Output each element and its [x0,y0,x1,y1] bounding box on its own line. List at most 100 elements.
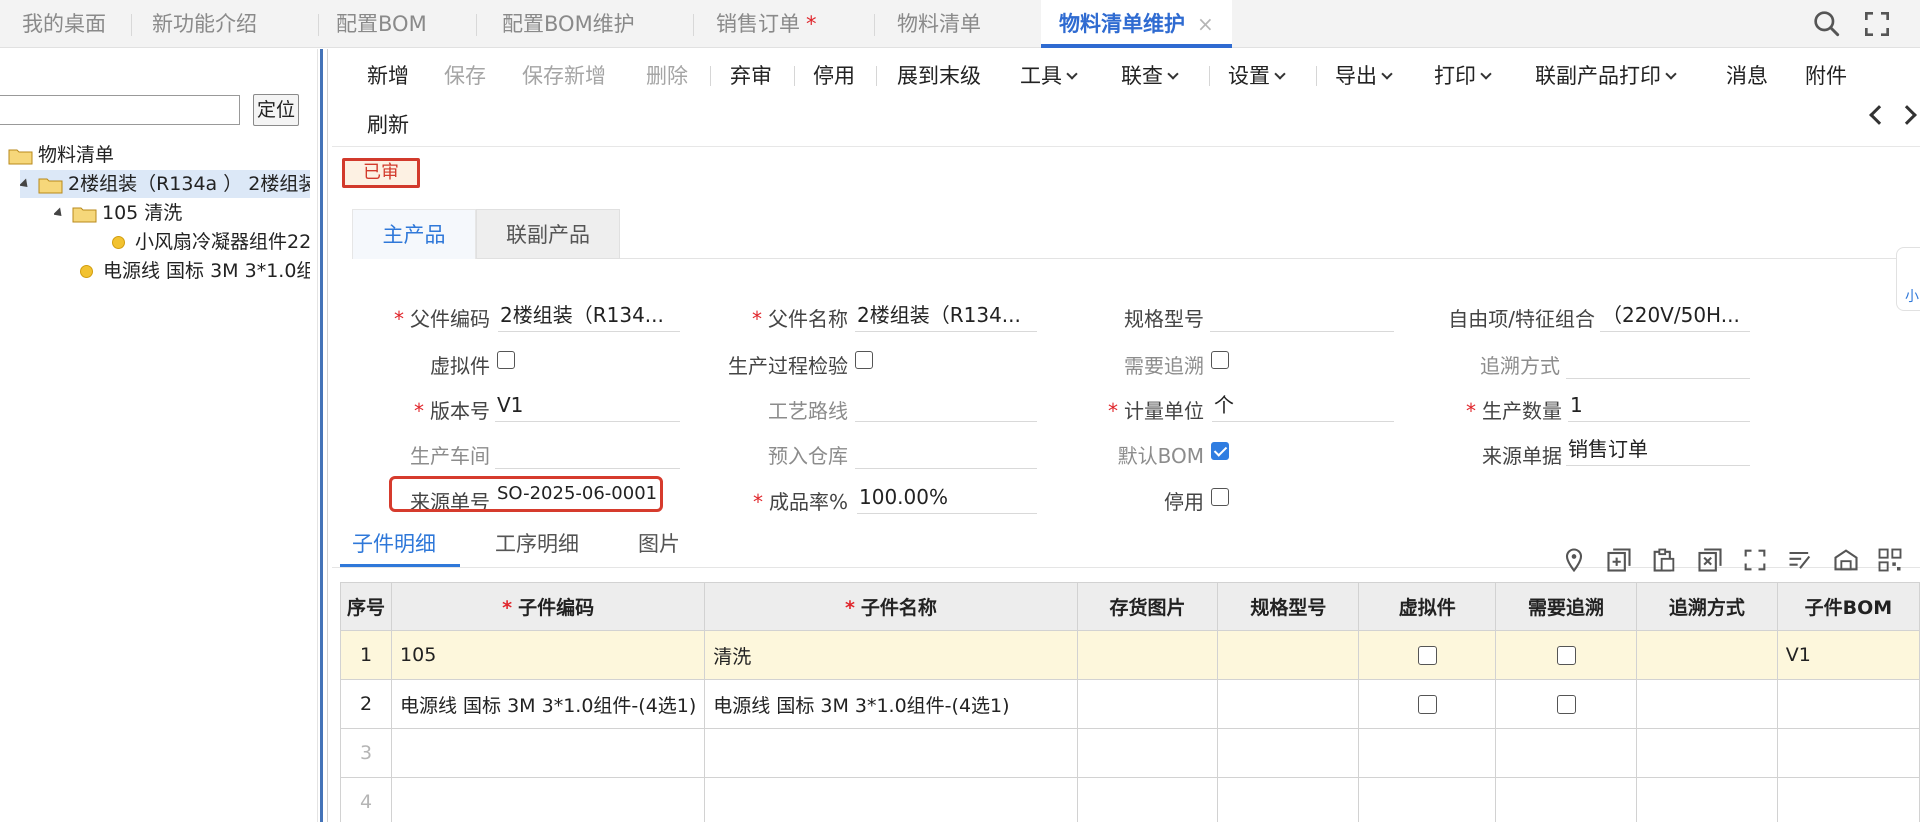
spec-field[interactable] [1210,300,1394,332]
qr-settings-icon[interactable] [1876,546,1904,574]
free-item-field[interactable]: （220V/50H... [1600,300,1750,332]
warehouse-icon[interactable] [1832,546,1860,574]
cell-code[interactable]: 105 [391,630,706,680]
table-row[interactable]: 4 [339,777,1920,822]
batch-edit-icon[interactable] [1786,546,1814,574]
tree-node-root[interactable]: 物料清单 [8,141,308,169]
need-trace-checkbox[interactable] [1556,646,1576,665]
source-doc-field[interactable]: 销售订单 [1566,434,1750,466]
cell-trace-method[interactable] [1635,630,1778,680]
side-float-panel[interactable]: 小 [1896,247,1920,311]
cell-name[interactable] [704,777,1078,822]
virtual-checkbox[interactable] [1417,695,1437,714]
expand-arrow-icon[interactable] [54,207,66,220]
tab-images[interactable]: 图片 [638,528,680,558]
message-button[interactable]: 消息 [1726,60,1768,90]
cell-bom[interactable] [1776,728,1920,778]
default-bom-checkbox[interactable] [1211,442,1229,460]
tree-node-assembly[interactable]: 2楼组装（R134a ） 2楼组装 [20,170,310,198]
save-button[interactable]: 保存 [444,60,486,90]
tab-bom-maintain[interactable]: 物料清单维护 × [1041,0,1232,48]
cell-image[interactable] [1076,777,1219,822]
unapprove-button[interactable]: 弃审 [730,60,772,90]
tab-component-detail[interactable]: 子件明细 [352,528,436,558]
tab-config-bom-maintain[interactable]: 配置BOM维护 [502,0,635,48]
cell-image[interactable] [1076,630,1219,680]
col-header-name[interactable]: * 子件名称 [704,582,1078,631]
col-header-no[interactable]: 序号 [339,582,393,631]
tab-new-features[interactable]: 新功能介绍 [152,0,257,48]
virtual-checkbox[interactable] [1417,646,1437,665]
cell-bom[interactable] [1776,777,1920,822]
tree-node-clean[interactable]: 105 清洗 [54,199,314,227]
location-icon[interactable] [1560,546,1588,574]
add-row-icon[interactable] [1605,546,1633,574]
cell-spec[interactable] [1217,679,1360,729]
cell-bom[interactable] [1776,679,1920,729]
process-check-checkbox[interactable] [855,351,873,369]
cell-code[interactable] [391,777,706,822]
need-trace-checkbox[interactable] [1211,351,1229,369]
workshop-field[interactable] [495,437,680,469]
cell-name[interactable] [704,728,1078,778]
cell-image[interactable] [1076,679,1219,729]
close-icon[interactable]: × [1197,12,1214,36]
coproduct-print-menu[interactable]: 联副产品打印 [1535,60,1677,90]
tab-sales-order[interactable]: 销售订单 * [716,0,817,48]
disable-button[interactable]: 停用 [813,60,855,90]
unit-field[interactable]: 个 [1212,390,1394,422]
cell-spec[interactable] [1217,777,1360,822]
cell-need-trace[interactable] [1495,777,1637,822]
locate-button[interactable]: 定位 [253,94,299,126]
cell-trace-method[interactable] [1635,679,1778,729]
col-header-spec[interactable]: 规格型号 [1217,582,1360,631]
next-record-icon[interactable] [1897,105,1917,125]
settings-menu[interactable]: 设置 [1228,60,1286,90]
virtual-checkbox[interactable] [497,351,515,369]
print-menu[interactable]: 打印 [1434,60,1492,90]
trace-method-field[interactable] [1566,347,1750,379]
cell-image[interactable] [1076,728,1219,778]
cell-spec[interactable] [1217,630,1360,680]
search-icon[interactable] [1810,8,1844,40]
warehouse-field[interactable] [855,437,1037,469]
expand-arrow-icon[interactable] [20,178,32,191]
tab-coproduct[interactable]: 联副产品 [476,209,620,259]
add-button[interactable]: 新增 [367,60,409,90]
col-header-virtual[interactable]: 虚拟件 [1358,582,1497,631]
table-row[interactable]: 3 [339,728,1920,778]
cell-trace-method[interactable] [1635,777,1778,822]
previous-record-icon[interactable] [1869,105,1889,125]
tab-config-bom[interactable]: 配置BOM [336,0,427,48]
cell-bom[interactable]: V1 [1776,630,1920,680]
route-field[interactable] [855,390,1037,422]
save-and-add-button[interactable]: 保存新增 [522,60,606,90]
prod-qty-field[interactable]: 1 [1568,390,1750,422]
table-row[interactable]: 1 105 清洗 V1 [339,630,1920,680]
delete-button[interactable]: 删除 [646,60,688,90]
link-query-menu[interactable]: 联查 [1121,60,1179,90]
tab-bom-list[interactable]: 物料清单 [897,0,981,48]
tools-menu[interactable]: 工具 [1020,60,1078,90]
version-field[interactable]: V1 [495,390,680,422]
table-row[interactable]: 2 电源线 国标 3M 3*1.0组件-(4选1) 电源线 国标 3M 3*1.… [339,679,1920,729]
expand-grid-icon[interactable] [1741,546,1769,574]
cell-virtual[interactable] [1358,777,1497,822]
parent-name-field[interactable]: 2楼组装（R134... [855,300,1037,332]
col-header-need-trace[interactable]: 需要追溯 [1495,582,1637,631]
col-header-code[interactable]: * 子件编码 [391,582,706,631]
need-trace-checkbox[interactable] [1556,695,1576,714]
parent-code-field[interactable]: 2楼组装（R134... [498,300,680,332]
refresh-button[interactable]: 刷新 [367,109,409,139]
tab-my-desktop[interactable]: 我的桌面 [22,0,106,48]
tab-process-detail[interactable]: 工序明细 [495,528,579,558]
cell-spec[interactable] [1217,728,1360,778]
cell-name[interactable]: 清洗 [704,630,1078,680]
export-menu[interactable]: 导出 [1335,60,1393,90]
cell-code[interactable] [391,728,706,778]
fullscreen-icon[interactable] [1860,8,1894,40]
tree-search-input[interactable] [0,95,240,125]
disabled-checkbox[interactable] [1211,488,1229,506]
tab-main-product[interactable]: 主产品 [352,209,476,259]
cell-code[interactable]: 电源线 国标 3M 3*1.0组件-(4选1) [391,679,706,729]
